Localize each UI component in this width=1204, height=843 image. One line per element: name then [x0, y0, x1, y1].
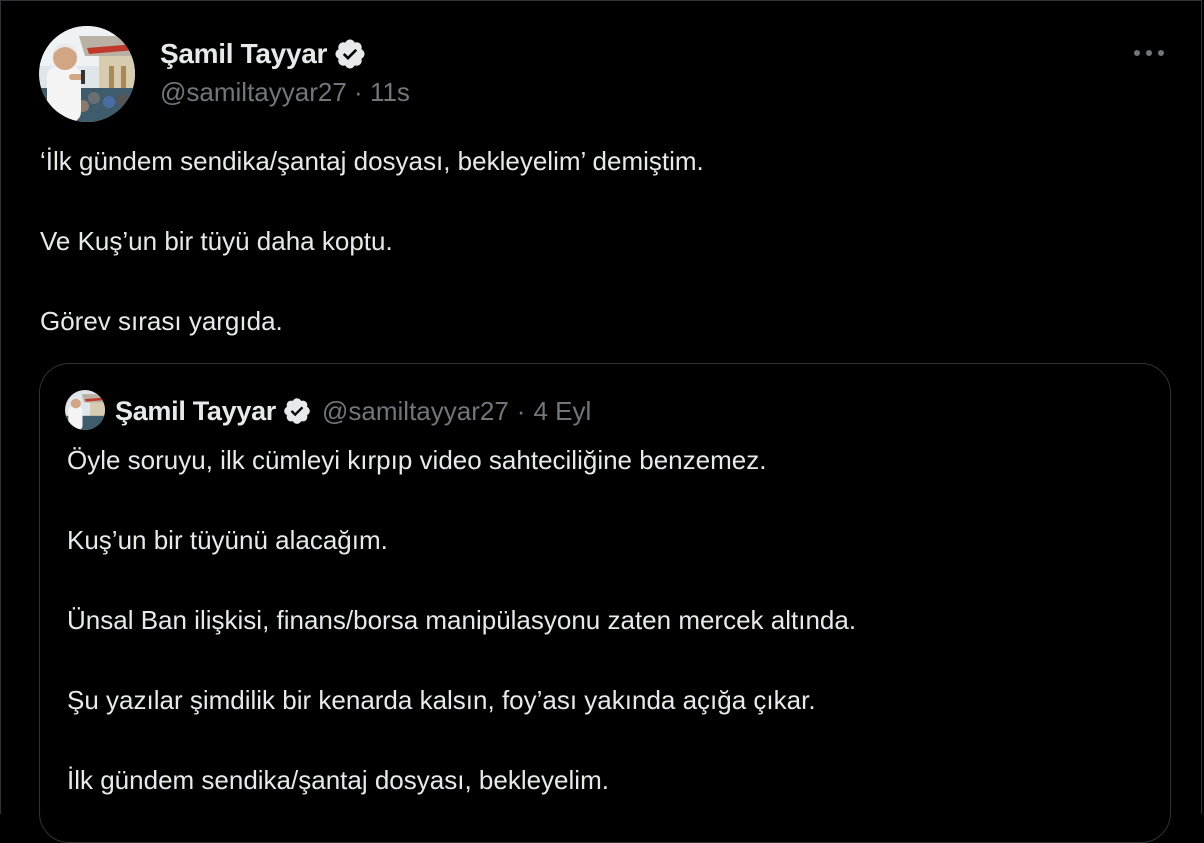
avatar-photo: [65, 390, 105, 430]
author-avatar[interactable]: [39, 26, 135, 122]
tweet-body: ‘İlk gündem sendika/şantaj dosyası, bekl…: [40, 141, 1160, 381]
quoted-tweet[interactable]: Şamil Tayyar @samiltayyar27 · 4 Eyl Öyle…: [39, 363, 1171, 843]
avatar-photo: [39, 26, 135, 122]
author-handle[interactable]: @samiltayyar27: [160, 77, 347, 107]
tweet-paragraph: Görev sırası yargıda.: [40, 306, 283, 336]
quoted-timestamp[interactable]: 4 Eyl: [533, 396, 591, 427]
tweet-paragraph: ‘İlk gündem sendika/şantaj dosyası, bekl…: [40, 146, 704, 176]
quoted-paragraph: Öyle soruyu, ilk cümleyi kırpıp video sa…: [67, 445, 767, 475]
quoted-body: Öyle soruyu, ilk cümleyi kırpıp video sa…: [67, 440, 1147, 840]
meta-separator: ·: [516, 395, 526, 426]
tweet-paragraph: Ve Kuş’un bir tüyü daha koptu.: [40, 226, 393, 256]
tweet-card: Şamil Tayyar @samiltayyar27 · 11s ‘İlk g…: [0, 0, 1202, 843]
tweet-timestamp[interactable]: 11s: [370, 77, 410, 107]
quoted-author-name[interactable]: Şamil Tayyar: [115, 396, 276, 427]
quoted-paragraph: Ünsal Ban ilişkisi, finans/borsa manipül…: [67, 605, 857, 635]
quoted-header: Şamil Tayyar @samiltayyar27 · 4 Eyl: [115, 392, 591, 430]
author-name-row: Şamil Tayyar: [160, 34, 367, 74]
quoted-paragraph: Kuş’un bir tüyünü alacağım.: [67, 525, 388, 555]
verified-badge-icon: [282, 396, 312, 426]
quoted-author-handle[interactable]: @samiltayyar27: [322, 396, 509, 427]
author-meta: @samiltayyar27 · 11s: [160, 77, 410, 108]
meta-separator: ·: [354, 77, 363, 107]
quoted-author-avatar[interactable]: [65, 390, 105, 430]
verified-badge-icon: [333, 37, 367, 71]
more-options-icon[interactable]: [1131, 41, 1167, 65]
quoted-paragraph: Şu yazılar şimdilik bir kenarda kalsın, …: [67, 685, 816, 715]
quoted-paragraph: İlk gündem sendika/şantaj dosyası, bekle…: [67, 765, 609, 795]
author-name[interactable]: Şamil Tayyar: [160, 38, 327, 70]
